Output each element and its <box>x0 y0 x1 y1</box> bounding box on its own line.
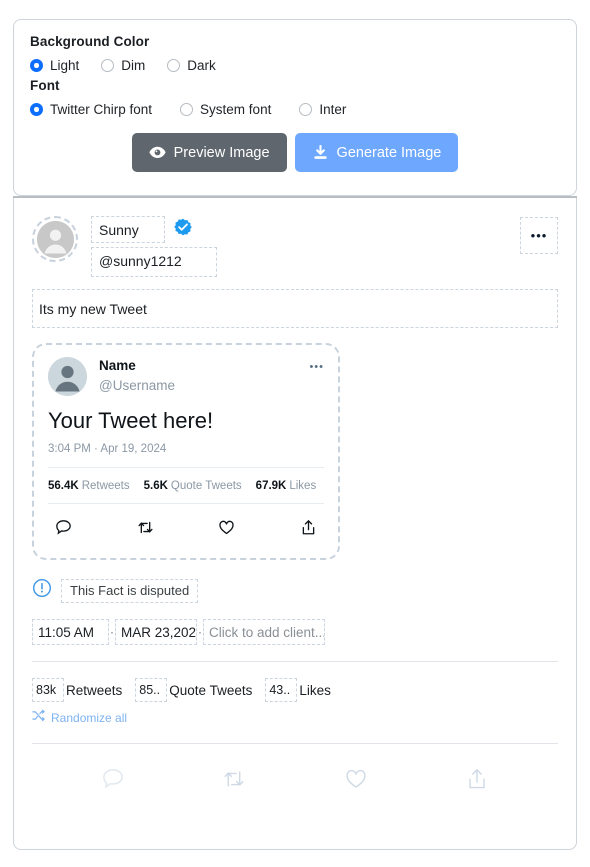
quoted-tweet-timestamp[interactable]: 3:04 PM · Apr 19, 2024 <box>48 443 324 455</box>
stat-quote-tweets-label: Quote Tweets <box>170 480 242 492</box>
quote-tweets-count-input[interactable]: 85.. <box>135 678 168 702</box>
verified-badge-icon[interactable] <box>174 218 192 241</box>
display-name-input[interactable]: Sunny <box>91 216 165 243</box>
font-label: Font <box>30 78 60 93</box>
quoted-tweet-header: Name @Username ••• <box>48 357 324 396</box>
stat-quote-tweets-value: 5.6K <box>143 480 168 492</box>
quote-tweets-count-label: Quote Tweets <box>169 682 253 698</box>
tweet-more-button[interactable]: ••• <box>520 217 558 254</box>
share-icon[interactable] <box>464 766 490 797</box>
share-icon[interactable] <box>299 518 318 542</box>
quoted-more-button[interactable]: ••• <box>309 357 324 375</box>
tweet-meta-row: 11:05 AM · MAR 23,2024 · Click to add cl… <box>32 619 558 645</box>
radio-option-twitter-chirp-font[interactable]: Twitter Chirp font <box>30 102 152 117</box>
quoted-tweet-card[interactable]: Name @Username ••• Your Tweet here! 3:04… <box>32 343 340 560</box>
stat-likes: 67.9K Likes <box>256 480 317 492</box>
background-color-label: Background Color <box>30 34 150 49</box>
download-icon <box>312 144 329 161</box>
stat-retweets-value: 56.4K <box>48 480 79 492</box>
quoted-avatar[interactable] <box>48 357 87 396</box>
preview-image-button-label: Preview Image <box>173 144 270 161</box>
tweet-editor-card: Sunny @sunny1212 ••• Its my new Tweet Na… <box>13 198 577 850</box>
radio-label-inter: Inter <box>319 102 347 117</box>
radio-label-system-font: System font <box>200 102 272 117</box>
tweet-text-input[interactable]: Its my new Tweet <box>32 289 558 328</box>
stat-quote-tweets: 5.6K Quote Tweets <box>144 480 242 492</box>
shuffle-icon <box>32 709 45 727</box>
generate-image-button-label: Generate Image <box>336 144 442 161</box>
font-radio-group: Twitter Chirp font System font Inter <box>30 102 560 117</box>
stat-likes-label: Likes <box>289 480 317 492</box>
tweet-action-bar <box>32 744 558 797</box>
retweet-icon[interactable] <box>221 766 247 797</box>
radio-option-system-font[interactable]: System font <box>180 102 271 117</box>
avatar <box>36 220 74 258</box>
radio-dot-dim[interactable] <box>101 59 115 72</box>
radio-label-light: Light <box>50 58 80 73</box>
quoted-tweet-actions <box>48 504 324 548</box>
quoted-display-name[interactable]: Name <box>99 357 175 374</box>
generate-image-button[interactable]: Generate Image <box>294 133 459 172</box>
background-color-radio-group: Light Dim Dark <box>30 58 560 73</box>
reply-icon[interactable] <box>100 766 126 797</box>
tweet-image-generator-page: Background Color Light Dim Dark Font Twi… <box>0 0 590 867</box>
client-input[interactable]: Click to add client... <box>203 619 325 645</box>
meta-divider <box>32 661 558 662</box>
exclamation-circle-icon[interactable] <box>32 578 52 603</box>
stat-likes-value: 67.9K <box>255 480 287 492</box>
time-input[interactable]: 11:05 AM <box>32 619 109 645</box>
retweets-count-input[interactable]: 83k <box>32 678 64 702</box>
person-avatar-icon <box>36 220 74 258</box>
ellipsis-icon: ••• <box>530 227 548 243</box>
radio-label-twitter-chirp-font: Twitter Chirp font <box>50 102 153 117</box>
likes-count-input[interactable]: 43.. <box>265 678 298 702</box>
retweets-count-label: Retweets <box>66 682 123 698</box>
avatar-upload[interactable] <box>32 216 78 262</box>
radio-dot-light[interactable] <box>30 59 43 72</box>
radio-option-light[interactable]: Light <box>30 58 79 73</box>
stat-retweets: 56.4K Retweets <box>48 480 130 492</box>
randomize-all-label: Randomize all <box>51 711 128 725</box>
likes-count-label: Likes <box>299 682 331 698</box>
randomize-all-button[interactable]: Randomize all <box>32 709 558 727</box>
reply-icon[interactable] <box>54 518 73 542</box>
radio-label-dark: Dark <box>187 58 216 73</box>
radio-option-inter[interactable]: Inter <box>299 102 346 117</box>
quoted-name-block: Name @Username <box>99 357 175 395</box>
radio-label-dim: Dim <box>121 58 146 73</box>
date-input[interactable]: MAR 23,2024 <box>115 619 197 645</box>
radio-option-dim[interactable]: Dim <box>101 58 145 73</box>
preview-image-button[interactable]: Preview Image <box>131 133 287 172</box>
radio-dot-system-font[interactable] <box>180 103 194 116</box>
disputed-fact-input[interactable]: This Fact is disputed <box>61 578 199 603</box>
disputed-fact-row: This Fact is disputed <box>32 578 558 603</box>
radio-dot-twitter-chirp-font[interactable] <box>30 103 43 116</box>
radio-option-dark[interactable]: Dark <box>167 58 216 73</box>
header-name-block: Sunny @sunny1212 <box>91 216 217 277</box>
like-heart-icon[interactable] <box>343 766 369 797</box>
quoted-tweet-stats: 56.4K Retweets 5.6K Quote Tweets 67.9K Like… <box>48 467 324 504</box>
quoted-tweet-body[interactable]: Your Tweet here! <box>48 407 324 434</box>
action-button-row: Preview Image Generate Image <box>30 133 560 172</box>
handle-input[interactable]: @sunny1212 <box>91 247 217 277</box>
ellipsis-icon: ••• <box>309 361 324 373</box>
settings-panel: Background Color Light Dim Dark Font Twi… <box>13 19 577 196</box>
radio-dot-inter[interactable] <box>299 103 313 116</box>
radio-dot-dark[interactable] <box>167 59 181 72</box>
stat-retweets-label: Retweets <box>81 480 130 492</box>
like-heart-icon[interactable] <box>217 518 236 542</box>
quoted-handle[interactable]: @Username <box>99 376 175 395</box>
retweet-icon[interactable] <box>136 518 155 542</box>
engagement-counters-row: 83k Retweets 85.. Quote Tweets 43.. Like… <box>32 678 558 702</box>
eye-icon <box>149 146 166 159</box>
tweet-header: Sunny @sunny1212 ••• <box>32 198 558 277</box>
person-avatar-icon <box>48 357 87 396</box>
